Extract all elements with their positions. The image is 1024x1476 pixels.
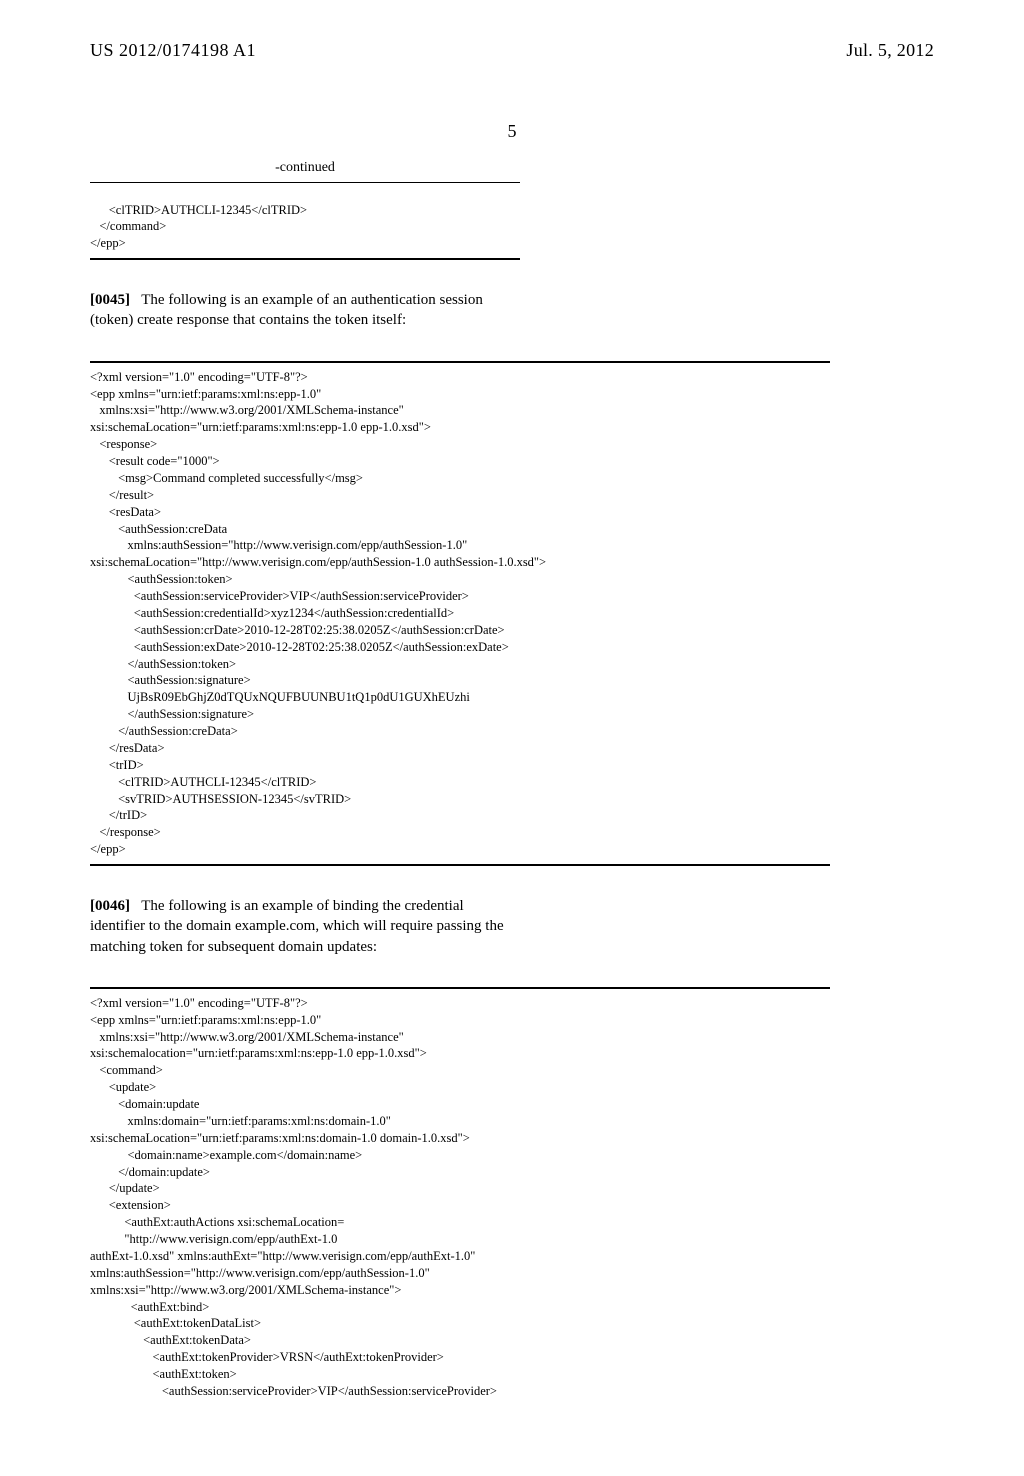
code-listing-2: <?xml version="1.0" encoding="UTF-8"?> <… [90,361,830,866]
code-wrapper-3: <?xml version="1.0" encoding="UTF-8"?> <… [90,987,830,1406]
continued-label: -continued [90,160,520,176]
left-column-b: [0046] The following is an example of bi… [90,896,520,957]
code-listing-1: <clTRID>AUTHCLI-12345</clTRID> </command… [90,196,520,261]
para-number: [0045] [90,292,130,308]
para-text: The following is an example of an authen… [90,292,483,328]
publication-number: US 2012/0174198 A1 [90,40,256,61]
page-number: 5 [90,121,934,142]
paragraph-0045: [0045] The following is an example of an… [90,290,520,331]
para-text: The following is an example of binding t… [90,898,504,955]
publication-date: Jul. 5, 2012 [846,40,934,61]
page-header: US 2012/0174198 A1 Jul. 5, 2012 [90,40,934,61]
paragraph-0046: [0046] The following is an example of bi… [90,896,520,957]
code-wrapper-2: <?xml version="1.0" encoding="UTF-8"?> <… [90,361,830,866]
code-listing-3: <?xml version="1.0" encoding="UTF-8"?> <… [90,987,830,1406]
patent-page: US 2012/0174198 A1 Jul. 5, 2012 5 -conti… [0,0,1024,1476]
code-rule [90,182,520,183]
left-column: -continued <clTRID>AUTHCLI-12345</clTRID… [90,160,520,331]
para-number: [0046] [90,898,130,914]
